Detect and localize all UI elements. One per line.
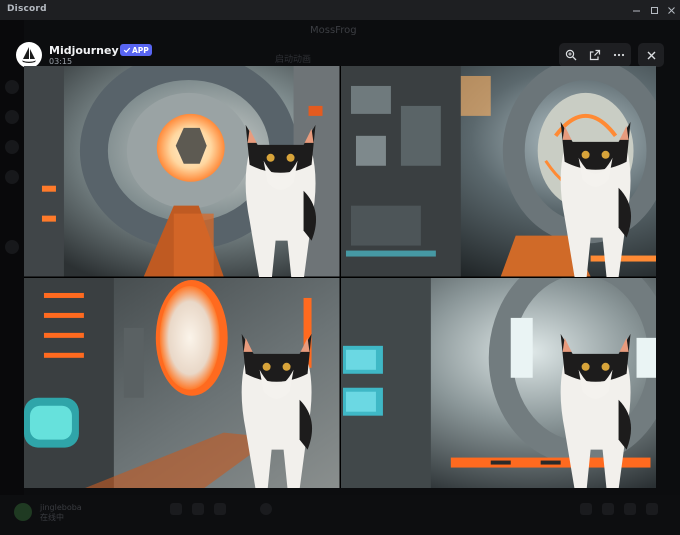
server-icon (5, 170, 19, 184)
app-badge-label: APP (132, 45, 149, 55)
open-external-button[interactable] (586, 46, 604, 64)
image-tile-4[interactable] (340, 277, 656, 488)
user-panel: jingleboba 在线中 (40, 503, 82, 523)
open-external-icon (589, 49, 601, 61)
server-icon (5, 140, 19, 154)
server-icon (5, 240, 19, 254)
server-icon (5, 80, 19, 94)
app-badge: APP (120, 44, 152, 56)
add-attachment-icon (260, 503, 272, 515)
username: jingleboba (40, 503, 82, 512)
sticker-icon (624, 503, 636, 515)
gif-icon (602, 503, 614, 515)
check-icon (123, 47, 131, 53)
image-grid (24, 66, 656, 488)
settings-icon (214, 503, 226, 515)
generated-image (24, 66, 340, 277)
app-title: Discord (7, 4, 47, 14)
channel-title: MossFrog (310, 25, 357, 36)
close-icon (647, 51, 655, 59)
window-titlebar: Discord (0, 0, 680, 20)
minimize-icon[interactable] (627, 0, 645, 20)
close-viewer-button[interactable] (638, 43, 664, 67)
more-options-button[interactable] (610, 46, 628, 64)
gift-icon (580, 503, 592, 515)
server-sidebar (0, 20, 24, 535)
generated-image (24, 277, 340, 488)
emoji-icon (646, 503, 658, 515)
image-tile-2[interactable] (340, 66, 656, 277)
channel-subtitle: 启动动画 (275, 55, 312, 65)
viewer-toolbar (559, 43, 631, 67)
user-avatar (14, 503, 32, 521)
mic-icon (170, 503, 182, 515)
headphones-icon (192, 503, 204, 515)
image-tile-1[interactable] (24, 66, 340, 277)
window-close-icon[interactable] (662, 0, 680, 20)
maximize-icon[interactable] (645, 0, 663, 20)
generated-image (340, 66, 656, 277)
user-status: 在线中 (40, 513, 64, 522)
generated-image (340, 277, 656, 488)
server-icon (5, 110, 19, 124)
bottom-bar (0, 495, 680, 535)
ellipsis-icon (613, 53, 625, 57)
bot-avatar[interactable] (16, 42, 42, 68)
zoom-in-button[interactable] (562, 46, 580, 64)
message-timestamp: 03:15 (49, 57, 73, 66)
sailboat-icon (22, 47, 36, 63)
zoom-in-icon (565, 49, 577, 61)
image-tile-3[interactable] (24, 277, 340, 488)
